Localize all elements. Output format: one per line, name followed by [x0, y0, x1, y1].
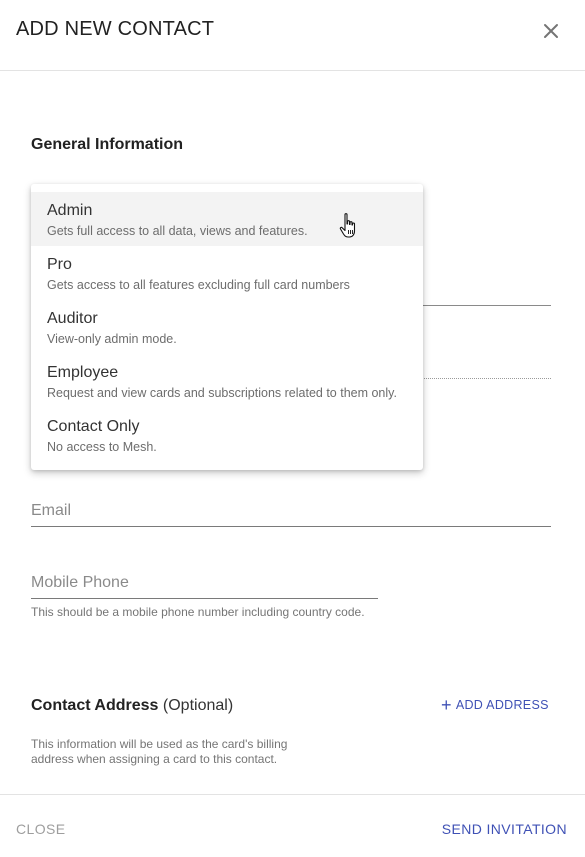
role-dropdown-menu: Admin Gets full access to all data, view…: [31, 184, 423, 470]
email-underline: [31, 526, 551, 527]
menu-item-name: Contact Only: [47, 418, 140, 435]
optional-label: (Optional): [162, 697, 234, 714]
dialog-title: ADD NEW CONTACT: [16, 18, 215, 40]
mobile-phone-label: Mobile Phone: [31, 574, 129, 591]
menu-item-name: Pro: [47, 256, 72, 273]
send-invitation-button[interactable]: SEND INVITATION: [442, 821, 567, 837]
dialog-footer: CLOSE SEND INVITATION: [0, 794, 585, 857]
contact-address-title: Contact Address (Optional): [31, 697, 233, 715]
menu-item-description: Gets access to all features excluding fu…: [47, 278, 350, 292]
email-label: Email: [31, 502, 72, 519]
close-button[interactable]: CLOSE: [16, 821, 65, 837]
menu-item-description: View-only admin mode.: [47, 332, 177, 346]
menu-item-auditor[interactable]: Auditor View-only admin mode.: [31, 300, 423, 354]
dialog-header: ADD NEW CONTACT: [0, 0, 585, 71]
contact-address-hint: This information will be used as the car…: [31, 737, 288, 766]
menu-item-description: Request and view cards and subscriptions…: [47, 386, 397, 400]
general-information-title: General Information: [31, 136, 184, 153]
menu-item-description: No access to Mesh.: [47, 440, 157, 454]
menu-item-contact-only[interactable]: Contact Only No access to Mesh.: [31, 408, 423, 462]
menu-item-pro[interactable]: Pro Gets access to all features excludin…: [31, 246, 423, 300]
add-address-label: ADD ADDRESS: [455, 698, 549, 712]
hand-pointer-cursor-icon: [339, 213, 356, 238]
email-field[interactable]: Email: [31, 502, 551, 527]
plus-icon: +: [441, 695, 452, 715]
menu-item-name: Employee: [47, 364, 119, 381]
menu-item-employee[interactable]: Employee Request and view cards and subs…: [31, 354, 423, 408]
mobile-phone-hint: This should be a mobile phone number inc…: [31, 605, 365, 619]
menu-item-name: Auditor: [47, 310, 98, 327]
add-address-button[interactable]: + ADD ADDRESS: [441, 695, 549, 715]
contact-address-label: Contact Address: [31, 697, 159, 714]
mobile-phone-underline: [31, 598, 378, 599]
close-icon[interactable]: [540, 20, 562, 42]
mobile-phone-field[interactable]: Mobile Phone: [31, 574, 378, 599]
menu-item-admin[interactable]: Admin Gets full access to all data, view…: [31, 192, 423, 246]
